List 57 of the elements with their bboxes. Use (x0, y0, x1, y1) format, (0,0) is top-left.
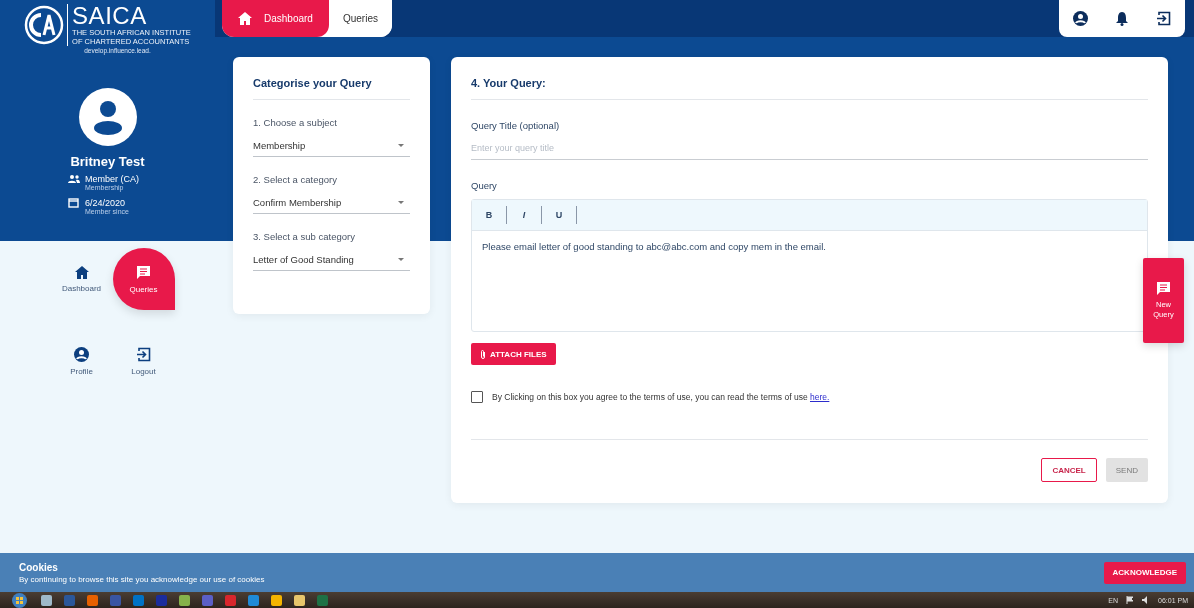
caret-icon (398, 144, 404, 147)
acknowledge-button[interactable]: ACKNOWLEDGE (1103, 561, 1186, 584)
top-tab[interactable]: Dashboard (222, 0, 329, 37)
bell-icon (1116, 11, 1128, 26)
field-label: 1. Choose a subject (253, 117, 338, 128)
people-icon (68, 175, 80, 183)
flag-icon[interactable] (1126, 596, 1135, 604)
terms-text: By Clicking on this box you agree to the terms of use, you can read the terms of use here. (492, 392, 830, 402)
avatar-icon (78, 88, 137, 146)
dropdown-field[interactable]: Membership (253, 139, 410, 157)
app-icon[interactable] (271, 594, 282, 606)
logo-name: SAICA (72, 4, 148, 28)
nav-item[interactable]: Dashboard (50, 248, 113, 310)
calendar-icon (68, 197, 79, 208)
logo-emblem-icon (24, 5, 65, 45)
app-icon[interactable] (294, 594, 305, 606)
paperclip-icon (480, 348, 486, 360)
card-title: 4. Your Query: (471, 77, 1148, 100)
home-icon (238, 12, 252, 25)
format-button[interactable]: U (542, 206, 577, 224)
field-label: 2. Select a category (253, 174, 338, 185)
home-icon (74, 265, 89, 279)
format-button[interactable]: B (472, 206, 507, 224)
terms-link[interactable]: here. (810, 392, 830, 402)
user-icon (1073, 11, 1088, 26)
app-icon[interactable] (41, 594, 52, 606)
nav-item[interactable]: Profile (50, 330, 113, 392)
cookie-text: By continuing to browse this site you acknowledge our use of cookies (19, 574, 265, 584)
user-icon (74, 346, 89, 362)
caret-icon (398, 201, 404, 204)
chat-icon (136, 264, 151, 280)
cancel-button[interactable]: CANCEL (1041, 458, 1097, 482)
nav-item[interactable]: Queries (112, 248, 175, 310)
logout-icon (1156, 11, 1171, 26)
format-button[interactable]: I (507, 206, 542, 224)
profile-name: Britney Test (70, 154, 145, 169)
start-button-icon[interactable] (12, 592, 27, 608)
app-icon[interactable] (248, 594, 259, 606)
dropdown-field[interactable]: Confirm Membership (253, 196, 410, 214)
app-icon[interactable] (87, 594, 98, 606)
checkbox[interactable] (471, 391, 483, 403)
field-label: 3. Select a sub category (253, 231, 356, 242)
cookie-title: Cookies (19, 561, 59, 573)
profile-detail: Member (CA) (85, 174, 139, 184)
caret-icon (398, 258, 404, 261)
app-icon[interactable] (179, 594, 190, 606)
text-editor[interactable]: B I U Please email letter of good standing to abc@abc.com and copy mem in the email. (471, 199, 1148, 332)
profile-detail: 6/24/2020 (85, 197, 127, 208)
field-label: Query Title (optional) (471, 120, 561, 131)
logout-icon (136, 346, 151, 362)
attach-files-button[interactable]: ATTACH FILES (471, 343, 556, 365)
card-title: Categorise your Query (253, 77, 410, 100)
chat-icon (1156, 281, 1171, 296)
field-label: Query (471, 180, 498, 191)
query-text: Please email letter of good standing to abc@abc.com and copy mem in the email. (481, 240, 827, 254)
dropdown-field[interactable]: Letter of Good Standing (253, 253, 410, 271)
nav-item[interactable]: Logout (112, 330, 175, 392)
